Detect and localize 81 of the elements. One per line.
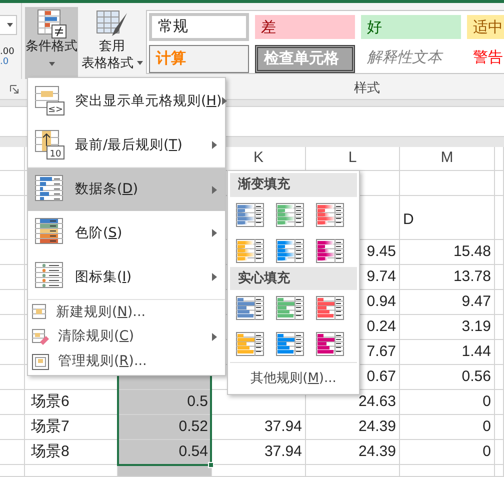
table-cell: 1.44 xyxy=(400,340,495,365)
data-bar-icon[interactable] xyxy=(276,296,304,320)
cell-style-tile[interactable]: 警告 xyxy=(467,45,504,73)
table-cell: 0 xyxy=(400,415,495,440)
data-bar-icon[interactable] xyxy=(316,238,344,262)
table-cell: 0.5 xyxy=(118,390,212,415)
table-cell: 0 xyxy=(400,390,495,415)
data-bar-icon[interactable] xyxy=(236,296,264,320)
table-cell xyxy=(495,340,504,365)
data-bar-icon[interactable] xyxy=(316,332,344,356)
caret-icon xyxy=(48,62,54,66)
table-cell: 9.47 xyxy=(400,290,495,315)
menu-item[interactable]: 新建规则(N)... xyxy=(28,299,225,324)
cell-style-tile[interactable]: 解释性文本 xyxy=(361,45,461,73)
table-paintbrush-icon xyxy=(95,9,129,39)
table-cell: 37.94 xyxy=(212,415,306,440)
row-header xyxy=(0,315,25,340)
decimal-label: .00 xyxy=(0,47,16,57)
table-cell: 24.39 xyxy=(306,415,400,440)
cell-style-tile[interactable]: 适中 xyxy=(467,15,504,39)
table-rules-icon xyxy=(36,9,66,39)
cell-style-tile[interactable]: 差 xyxy=(255,15,355,39)
data-bar-icon[interactable] xyxy=(276,332,304,356)
format-as-table-button[interactable]: 套用 表格格式 xyxy=(81,7,143,73)
grid-window-icon xyxy=(32,354,50,370)
data-bar-icon[interactable] xyxy=(276,238,304,262)
grid-icon xyxy=(32,304,48,320)
data-bar-icon[interactable] xyxy=(276,202,304,226)
table-cell xyxy=(495,240,504,265)
table-cell: 场景7 xyxy=(25,415,118,440)
row-header xyxy=(0,290,25,315)
menu-item[interactable]: 图标集(I) xyxy=(28,255,225,299)
conditional-format-button[interactable]: 条件格式 xyxy=(25,7,78,79)
table-cell: 3.19 xyxy=(400,315,495,340)
table-cell xyxy=(495,196,504,240)
data-bar-icon[interactable] xyxy=(316,296,344,320)
menu-item[interactable]: 管理规则(R)... xyxy=(28,349,225,374)
table-cell: 场景6 xyxy=(25,390,118,415)
table-cell xyxy=(495,290,504,315)
dropdown-field[interactable] xyxy=(0,15,17,35)
table-cell xyxy=(495,171,504,196)
data-bar-icon[interactable] xyxy=(236,202,264,226)
table-cell: 0.52 xyxy=(118,415,212,440)
table-cell: D xyxy=(400,196,495,240)
row-header xyxy=(0,340,25,365)
cell-style-tile[interactable]: 常规 xyxy=(149,13,249,41)
section-heading: 实心填充 xyxy=(230,266,357,290)
data-bar-icon[interactable] xyxy=(236,332,264,356)
table-cell: 13.78 xyxy=(400,265,495,290)
row-header xyxy=(0,265,25,290)
table-cell: 0.56 xyxy=(400,365,495,390)
cell-style-tile[interactable]: 好 xyxy=(361,15,461,39)
caret-icon xyxy=(7,23,13,27)
table-cell xyxy=(495,365,504,390)
table-cell xyxy=(495,465,504,477)
table-cell: 0 xyxy=(400,440,495,465)
table-cell xyxy=(495,440,504,465)
menu-item[interactable]: 色阶(S) xyxy=(28,211,225,255)
dialog-launcher-icon xyxy=(10,84,19,94)
table-cell xyxy=(495,315,504,340)
column-header[interactable]: M xyxy=(400,147,495,171)
data-bar-icon[interactable] xyxy=(316,202,344,226)
data-bar-icon[interactable] xyxy=(236,238,264,262)
menu-item[interactable]: 数据条(D) xyxy=(28,167,225,211)
table-cell: 37.94 xyxy=(212,440,306,465)
table-cell xyxy=(495,265,504,290)
table-cell: 0.54 xyxy=(118,440,212,465)
table-cell xyxy=(495,390,504,415)
decimal-label: .0 xyxy=(0,57,10,67)
table-cell: 24.39 xyxy=(306,440,400,465)
group-label: 样式 xyxy=(354,80,380,98)
row-header xyxy=(0,415,25,440)
fill-handle[interactable] xyxy=(208,462,214,468)
row-header xyxy=(0,390,25,415)
table-cell: 场景8 xyxy=(25,440,118,465)
section-heading: 渐变填充 xyxy=(230,173,357,196)
table-cell xyxy=(495,415,504,440)
grid-eraser-icon xyxy=(32,328,50,344)
menu-item[interactable]: ≤> 突出显示单元格规则(H) xyxy=(28,79,225,123)
menu-item[interactable]: 清除规则(C) xyxy=(28,324,225,349)
table-cell: 15.48 xyxy=(400,240,495,265)
